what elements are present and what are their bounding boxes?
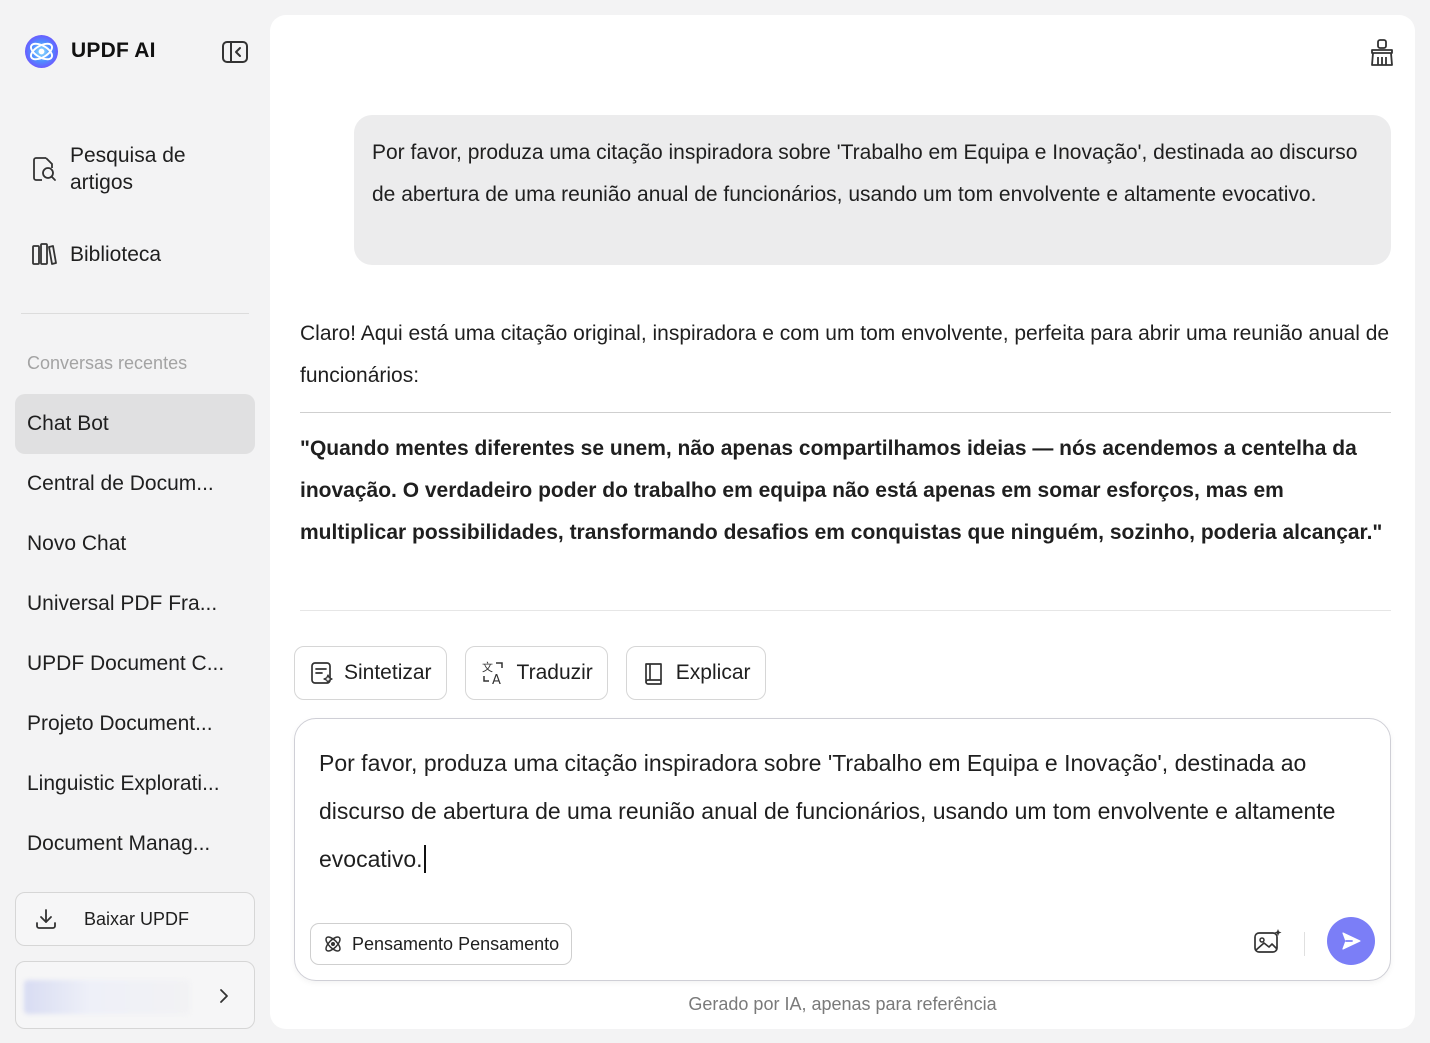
explain-label: Explicar [675,661,751,684]
quote-divider-top [300,412,1391,413]
message-input-text: Por favor, produza uma citação inspirado… [319,750,1336,872]
summarize-icon [311,662,333,684]
explain-button[interactable]: Explicar [625,646,766,700]
recent-conversations-header: Conversas recentes [27,353,188,373]
download-updf-button[interactable]: Baixar UPDF [15,892,255,946]
brand: UPDF AI [24,33,156,69]
clear-chat-button[interactable] [1368,38,1396,73]
summarize-label: Sintetizar [344,661,432,684]
assistant-intro-text: Claro! Aqui está uma citação original, i… [300,322,1390,387]
composer-separator [1304,932,1305,956]
download-updf-label: Baixar UPDF [84,908,190,929]
recent-conversation-item[interactable]: Central de Docum... [15,454,255,514]
text-caret [423,845,426,873]
message-composer[interactable]: Por favor, produza uma citação inspirado… [294,718,1391,981]
nav-article-research-label: Pesquisa de artigos [70,144,186,194]
sidebar: UPDF AI Pesquisa de artigos Biblioteca C… [0,0,270,1043]
quick-actions: Sintetizar 文 A Traduzir Explicar [294,646,766,700]
recent-conversation-item[interactable]: Chat Bot [15,394,255,454]
account-info-blurred [24,980,190,1014]
translate-button[interactable]: 文 A Traduzir [464,646,608,700]
image-sparkle-icon [1254,929,1282,953]
svg-text:文: 文 [482,660,493,674]
recent-conversation-item[interactable]: Document Manag... [15,814,255,874]
message-input[interactable]: Por favor, produza uma citação inspirado… [319,739,1369,883]
updf-logo-icon [24,34,59,68]
chevron-right-icon [220,989,228,1003]
recent-conversation-item[interactable]: Projeto Document... [15,694,255,754]
recent-conversations-list: Chat Bot Central de Docum... Novo Chat U… [15,394,255,874]
app-name: UPDF AI [71,39,156,62]
sidebar-divider [21,313,249,314]
ai-disclaimer: Gerado por IA, apenas para referência [688,994,997,1014]
download-icon [36,909,56,929]
recent-conversation-item[interactable]: Universal PDF Fra... [15,574,255,634]
recent-conversation-item[interactable]: Novo Chat [15,514,255,574]
svg-text:A: A [492,673,501,687]
send-button[interactable] [1327,917,1375,965]
send-icon [1342,932,1361,950]
image-upload-button[interactable] [1253,928,1283,961]
atom-icon [325,936,341,952]
quote-divider-bottom [300,610,1391,611]
broom-icon [1371,39,1393,66]
thinking-mode-label: Pensamento Pensamento [352,933,560,954]
summarize-button[interactable]: Sintetizar [294,646,447,700]
translate-icon: 文 A [482,660,503,687]
sidebar-collapse-icon [222,41,248,63]
recent-conversation-item[interactable]: UPDF Document C... [15,634,255,694]
user-message: Por favor, produza uma citação inspirado… [354,115,1391,265]
library-icon [32,243,57,265]
document-search-icon [33,157,56,181]
collapse-sidebar-button[interactable] [220,39,250,65]
chat-panel: Por favor, produza uma citação inspirado… [270,15,1415,1029]
translate-label: Traduzir [516,661,593,684]
recent-conversation-item[interactable]: Linguistic Explorati... [15,754,255,814]
nav-library-label: Biblioteca [70,242,162,266]
assistant-quote: "Quando mentes diferentes se unem, não a… [300,437,1383,544]
nav-article-research[interactable]: Pesquisa de artigos [30,142,186,196]
book-icon [644,663,662,685]
thinking-mode-button[interactable]: Pensamento Pensamento [310,923,573,965]
account-button[interactable] [15,961,255,1029]
nav-library[interactable]: Biblioteca [30,240,161,268]
